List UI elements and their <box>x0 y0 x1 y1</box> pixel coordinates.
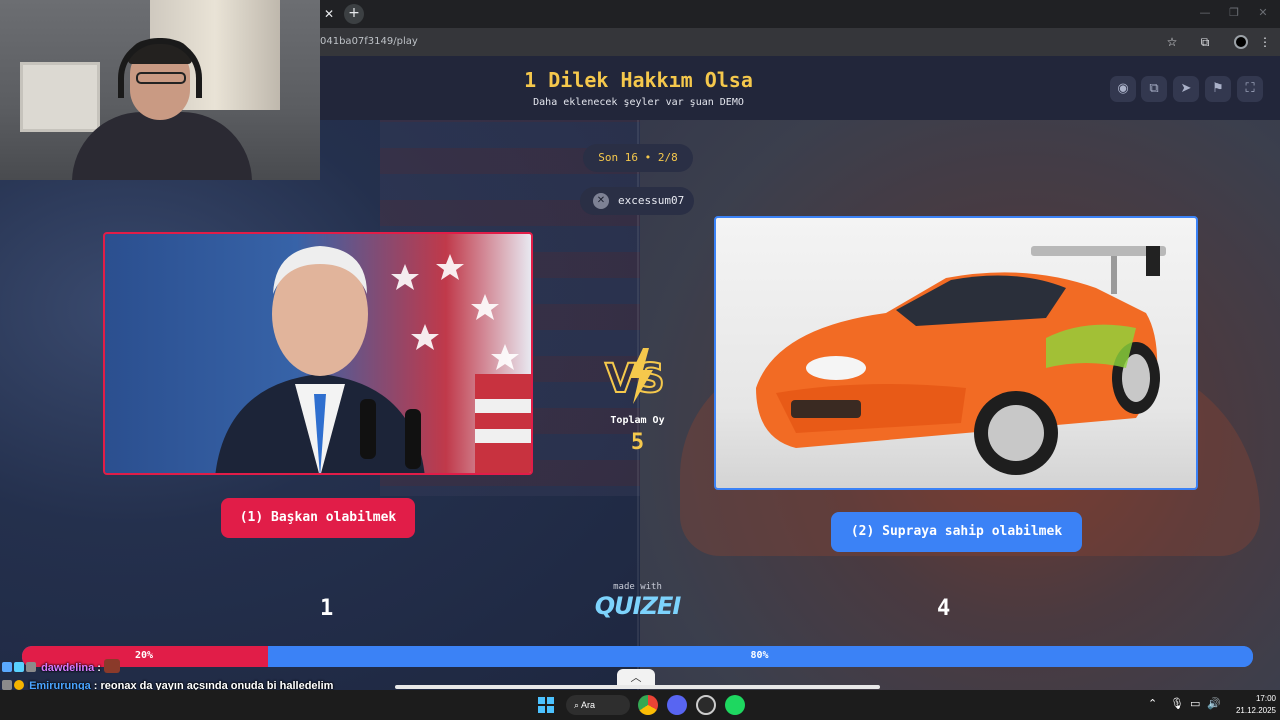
microphone-icon[interactable]: 🎙 <box>1170 697 1184 710</box>
discord-icon[interactable] <box>667 695 687 715</box>
option-1-vote-count: 1 <box>320 596 334 621</box>
quiz-header: 1 Dilek Hakkım Olsa Daha eklenecek şeyle… <box>320 56 1280 120</box>
total-votes-label: Toplam Oy <box>610 415 665 426</box>
share-icon[interactable]: ⧉ <box>1141 76 1167 102</box>
badge-icon <box>14 662 24 672</box>
close-window-button[interactable]: ✕ <box>1252 4 1274 22</box>
option-2-vote-count: 4 <box>937 596 951 621</box>
vs-icon: VS <box>604 348 666 404</box>
player-name: excessum07 <box>618 194 685 207</box>
webcam-overlay <box>0 0 320 180</box>
car-photo <box>756 246 1166 475</box>
round-indicator: Son 16 • 2/8 <box>583 144 693 172</box>
taskbar-search[interactable]: ⌕ Ara <box>566 695 630 715</box>
quizei-logo[interactable]: QUIZEI <box>580 592 695 620</box>
svg-text:VS: VS <box>605 356 665 402</box>
clock[interactable]: 17:00 21.12.2025 <box>1220 693 1276 717</box>
total-votes-value: 5 <box>630 430 645 455</box>
made-with-label: made with <box>613 582 662 592</box>
option-1-button[interactable]: (1) Başkan olabilmek <box>221 498 415 538</box>
option-2-percent: 80% <box>750 650 769 661</box>
option-1-image[interactable] <box>103 232 533 475</box>
scrollbar[interactable] <box>395 685 880 689</box>
taskbar: ⌕ Ara ⌃ 🎙 ▭ 🔊 17:00 21.12.2025 <box>0 690 1280 720</box>
url-text[interactable]: 041ba07f3149/play <box>320 36 418 47</box>
spotify-icon[interactable] <box>725 695 745 715</box>
profile-icon[interactable] <box>1234 35 1248 49</box>
flag-icon[interactable]: ⚑ <box>1205 76 1231 102</box>
chat-message: dawdelina: <box>2 659 422 680</box>
minimize-button[interactable]: — <box>1194 4 1216 22</box>
chat-username: dawdelina <box>41 662 95 674</box>
option-2-image[interactable] <box>714 216 1198 490</box>
page-subtitle: Daha eklenecek şeyler var şuan DEMO <box>533 97 744 108</box>
taskbar-search-label: Ara <box>581 700 596 710</box>
badge-icon <box>26 662 36 672</box>
remove-player-icon[interactable]: ✕ <box>593 193 609 209</box>
extensions-icon[interactable]: ⧉ <box>1196 33 1214 51</box>
send-icon[interactable]: ➤ <box>1173 76 1199 102</box>
president-photo <box>215 246 531 473</box>
webcam-picture-frame <box>20 62 100 132</box>
eye-icon[interactable]: ◉ <box>1110 76 1136 102</box>
clock-date: 21.12.2025 <box>1235 706 1276 715</box>
option-2-button[interactable]: (2) Supraya sahip olabilmek <box>831 512 1082 552</box>
volume-icon[interactable]: 🔊 <box>1207 697 1221 710</box>
player-badge: ✕ excessum07 <box>580 187 694 215</box>
clock-time: 17:00 <box>1255 694 1276 703</box>
network-icon[interactable]: ▭ <box>1190 697 1200 710</box>
badge-icon <box>2 680 12 690</box>
page-title: 1 Dilek Hakkım Olsa <box>524 68 753 92</box>
star-icon[interactable]: ☆ <box>1163 33 1181 51</box>
badge-icon <box>14 680 24 690</box>
chevron-up-icon[interactable]: ⌃ <box>1148 697 1157 710</box>
menu-icon[interactable]: ⋮ <box>1256 33 1274 51</box>
windows-start-icon[interactable] <box>538 697 554 713</box>
fullscreen-icon[interactable]: ⛶ <box>1237 76 1263 102</box>
close-tab-icon[interactable]: ✕ <box>320 5 338 23</box>
app-icon[interactable] <box>696 695 716 715</box>
restore-button[interactable]: ❐ <box>1223 4 1245 22</box>
chrome-icon[interactable] <box>638 695 658 715</box>
emote-icon <box>103 659 120 673</box>
new-tab-button[interactable]: + <box>344 4 364 24</box>
badge-icon <box>2 662 12 672</box>
